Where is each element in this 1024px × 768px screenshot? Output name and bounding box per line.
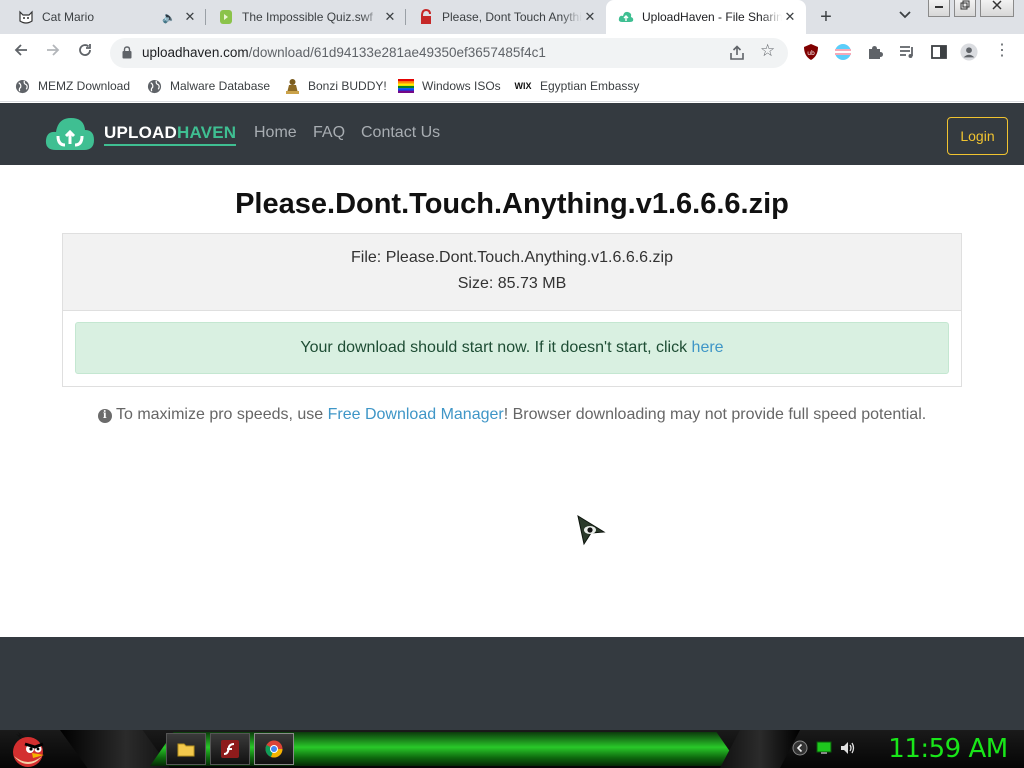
back-button[interactable] (10, 42, 32, 64)
profile-avatar-icon[interactable] (960, 43, 978, 61)
download-alert: Your download should start now. If it do… (75, 322, 949, 374)
logo-text-upload: UPLOAD (104, 122, 177, 142)
tab-impossible-quiz[interactable]: The Impossible Quiz.swf ✕ (206, 0, 406, 34)
bookmarks-bar: MEMZ Download Malware Database Bonzi BUD… (0, 70, 1024, 102)
url-text[interactable]: uploadhaven.com/download/61d94133e281ae4… (142, 38, 546, 68)
bookmark-label: Bonzi BUDDY! (308, 79, 387, 93)
url-host: uploadhaven.com (142, 45, 249, 60)
taskbar-clock[interactable]: 11:59 AM (878, 733, 1018, 765)
reload-button[interactable] (74, 42, 96, 64)
bookmark-windows-isos[interactable]: Windows ISOs (398, 76, 501, 96)
rainbow-flag-icon (398, 78, 414, 94)
tab-title: Cat Mario (42, 10, 95, 24)
address-bar[interactable]: uploadhaven.com/download/61d94133e281ae4… (110, 38, 788, 68)
uploadhaven-logo[interactable]: UPLOADHAVEN (44, 113, 237, 155)
site-navbar: UPLOADHAVEN (0, 103, 1024, 165)
tip-text-before: To maximize pro speeds, use (111, 406, 328, 423)
logo-text-haven: HAVEN (176, 122, 237, 142)
taskbar-file-explorer[interactable] (166, 733, 206, 765)
globe-icon (14, 78, 30, 94)
globe-icon (146, 78, 162, 94)
close-icon[interactable]: ✕ (782, 9, 798, 25)
site-footer (0, 637, 1024, 730)
close-icon[interactable]: ✕ (382, 9, 398, 25)
extensions-puzzle-icon[interactable] (866, 43, 884, 61)
taskbar (0, 730, 1024, 768)
tray-expand-icon[interactable] (792, 740, 808, 756)
info-icon: i (97, 409, 112, 423)
file-title: Please.Dont.Touch.Anything.v1.6.6.6.zip (235, 188, 789, 220)
side-panel-icon[interactable] (930, 43, 948, 61)
tab-uploadhaven[interactable]: UploadHaven - File Sharing ✕ (606, 0, 806, 34)
taskbar-bevel-right (720, 730, 800, 768)
new-tab-button[interactable]: + (814, 6, 838, 28)
bookmark-star-icon[interactable]: ☆ (760, 41, 775, 61)
cat-icon (18, 9, 34, 25)
bookmark-label: Egyptian Embassy (540, 79, 640, 93)
download-here-link[interactable]: here (692, 339, 724, 356)
bookmark-label: Windows ISOs (422, 79, 501, 93)
nav-faq-link[interactable]: FAQ (313, 124, 345, 142)
flash-player-icon (221, 740, 239, 758)
bookmark-label: MEMZ Download (38, 79, 131, 93)
taskbar-flash-player[interactable] (210, 733, 250, 765)
chrome-icon (265, 740, 283, 758)
svg-text:ub: ub (807, 50, 815, 57)
nav-contact-link[interactable]: Contact Us (361, 124, 440, 142)
tab-cat-mario[interactable]: Cat Mario 🔈 ✕ (6, 0, 206, 34)
folder-icon (177, 743, 195, 757)
bookmark-bonzi-buddy[interactable]: Bonzi BUDDY! (284, 76, 387, 96)
speed-tip: i To maximize pro speeds, use Free Downl… (0, 406, 1024, 424)
tab-title: The Impossible Quiz.swf (242, 10, 373, 24)
share-icon[interactable] (728, 44, 746, 62)
bookmark-egyptian-embassy[interactable]: WIX Egyptian Embassy (514, 76, 640, 96)
forward-button[interactable] (42, 42, 64, 64)
tab-please-dont-touch[interactable]: Please, Dont Touch Anything ✕ (406, 0, 606, 34)
quiz-icon (218, 9, 234, 25)
back-arrow-icon (14, 44, 27, 56)
browser-toolbar: uploadhaven.com/download/61d94133e281ae4… (0, 34, 1024, 70)
angry-bird-start-button-icon[interactable] (8, 728, 48, 768)
red-button-icon (418, 9, 434, 25)
file-name-text: File: Please.Dont.Touch.Anything.v1.6.6.… (351, 249, 673, 266)
tab-title: UploadHaven - File Sharing (642, 10, 782, 24)
reload-icon (79, 44, 91, 56)
close-icon[interactable]: ✕ (182, 9, 198, 25)
restore-window-button[interactable] (954, 0, 976, 17)
tab-title: Please, Dont Touch Anything (442, 10, 582, 24)
file-info-panel: File: Please.Dont.Touch.Anything.v1.6.6.… (63, 234, 961, 311)
login-button[interactable]: Login (947, 117, 1008, 155)
eye-cursor-icon (577, 514, 606, 546)
alert-text: Your download should start now. If it do… (300, 339, 692, 356)
nav-home-link[interactable]: Home (254, 124, 297, 142)
cloud-logo-icon (45, 118, 94, 150)
bookmark-malware-database[interactable]: Malware Database (146, 76, 270, 96)
volume-icon[interactable] (840, 740, 856, 756)
trans-flag-extension-icon[interactable] (834, 43, 852, 61)
ublock-origin-icon[interactable]: ub (802, 43, 820, 61)
speaker-icon[interactable]: 🔈 (162, 11, 176, 24)
chrome-menu-icon[interactable]: ⋮ (994, 42, 1010, 60)
close-window-button[interactable] (980, 0, 1014, 17)
taskbar-chrome[interactable] (254, 733, 294, 765)
minimize-window-button[interactable] (928, 0, 950, 17)
logo-wordmark: UPLOADHAVEN (104, 122, 237, 146)
bookmark-label: Malware Database (170, 79, 271, 93)
network-icon[interactable] (816, 740, 832, 756)
wix-icon: WIX (514, 81, 532, 91)
lock-icon[interactable] (122, 46, 132, 59)
forward-arrow-icon (47, 44, 60, 56)
tab-search-chevron-icon[interactable] (896, 8, 914, 26)
bonzi-icon (284, 78, 300, 94)
download-card: File: Please.Dont.Touch.Anything.v1.6.6.… (62, 233, 962, 387)
media-queue-icon[interactable] (898, 43, 916, 61)
tip-text-after: ! Browser downloading may not provide fu… (503, 406, 927, 423)
url-path: /download/61d94133e281ae49350ef3657485f4… (248, 45, 546, 60)
uploadhaven-cloud-icon (618, 9, 634, 25)
free-download-manager-link[interactable]: Free Download Manager (328, 406, 504, 423)
file-size-text: Size: 85.73 MB (457, 275, 567, 292)
close-icon[interactable]: ✕ (582, 9, 598, 25)
bookmark-memz-download[interactable]: MEMZ Download (14, 76, 130, 96)
tab-strip: Cat Mario 🔈 ✕ The Impossible Quiz.swf ✕ … (0, 0, 1024, 34)
